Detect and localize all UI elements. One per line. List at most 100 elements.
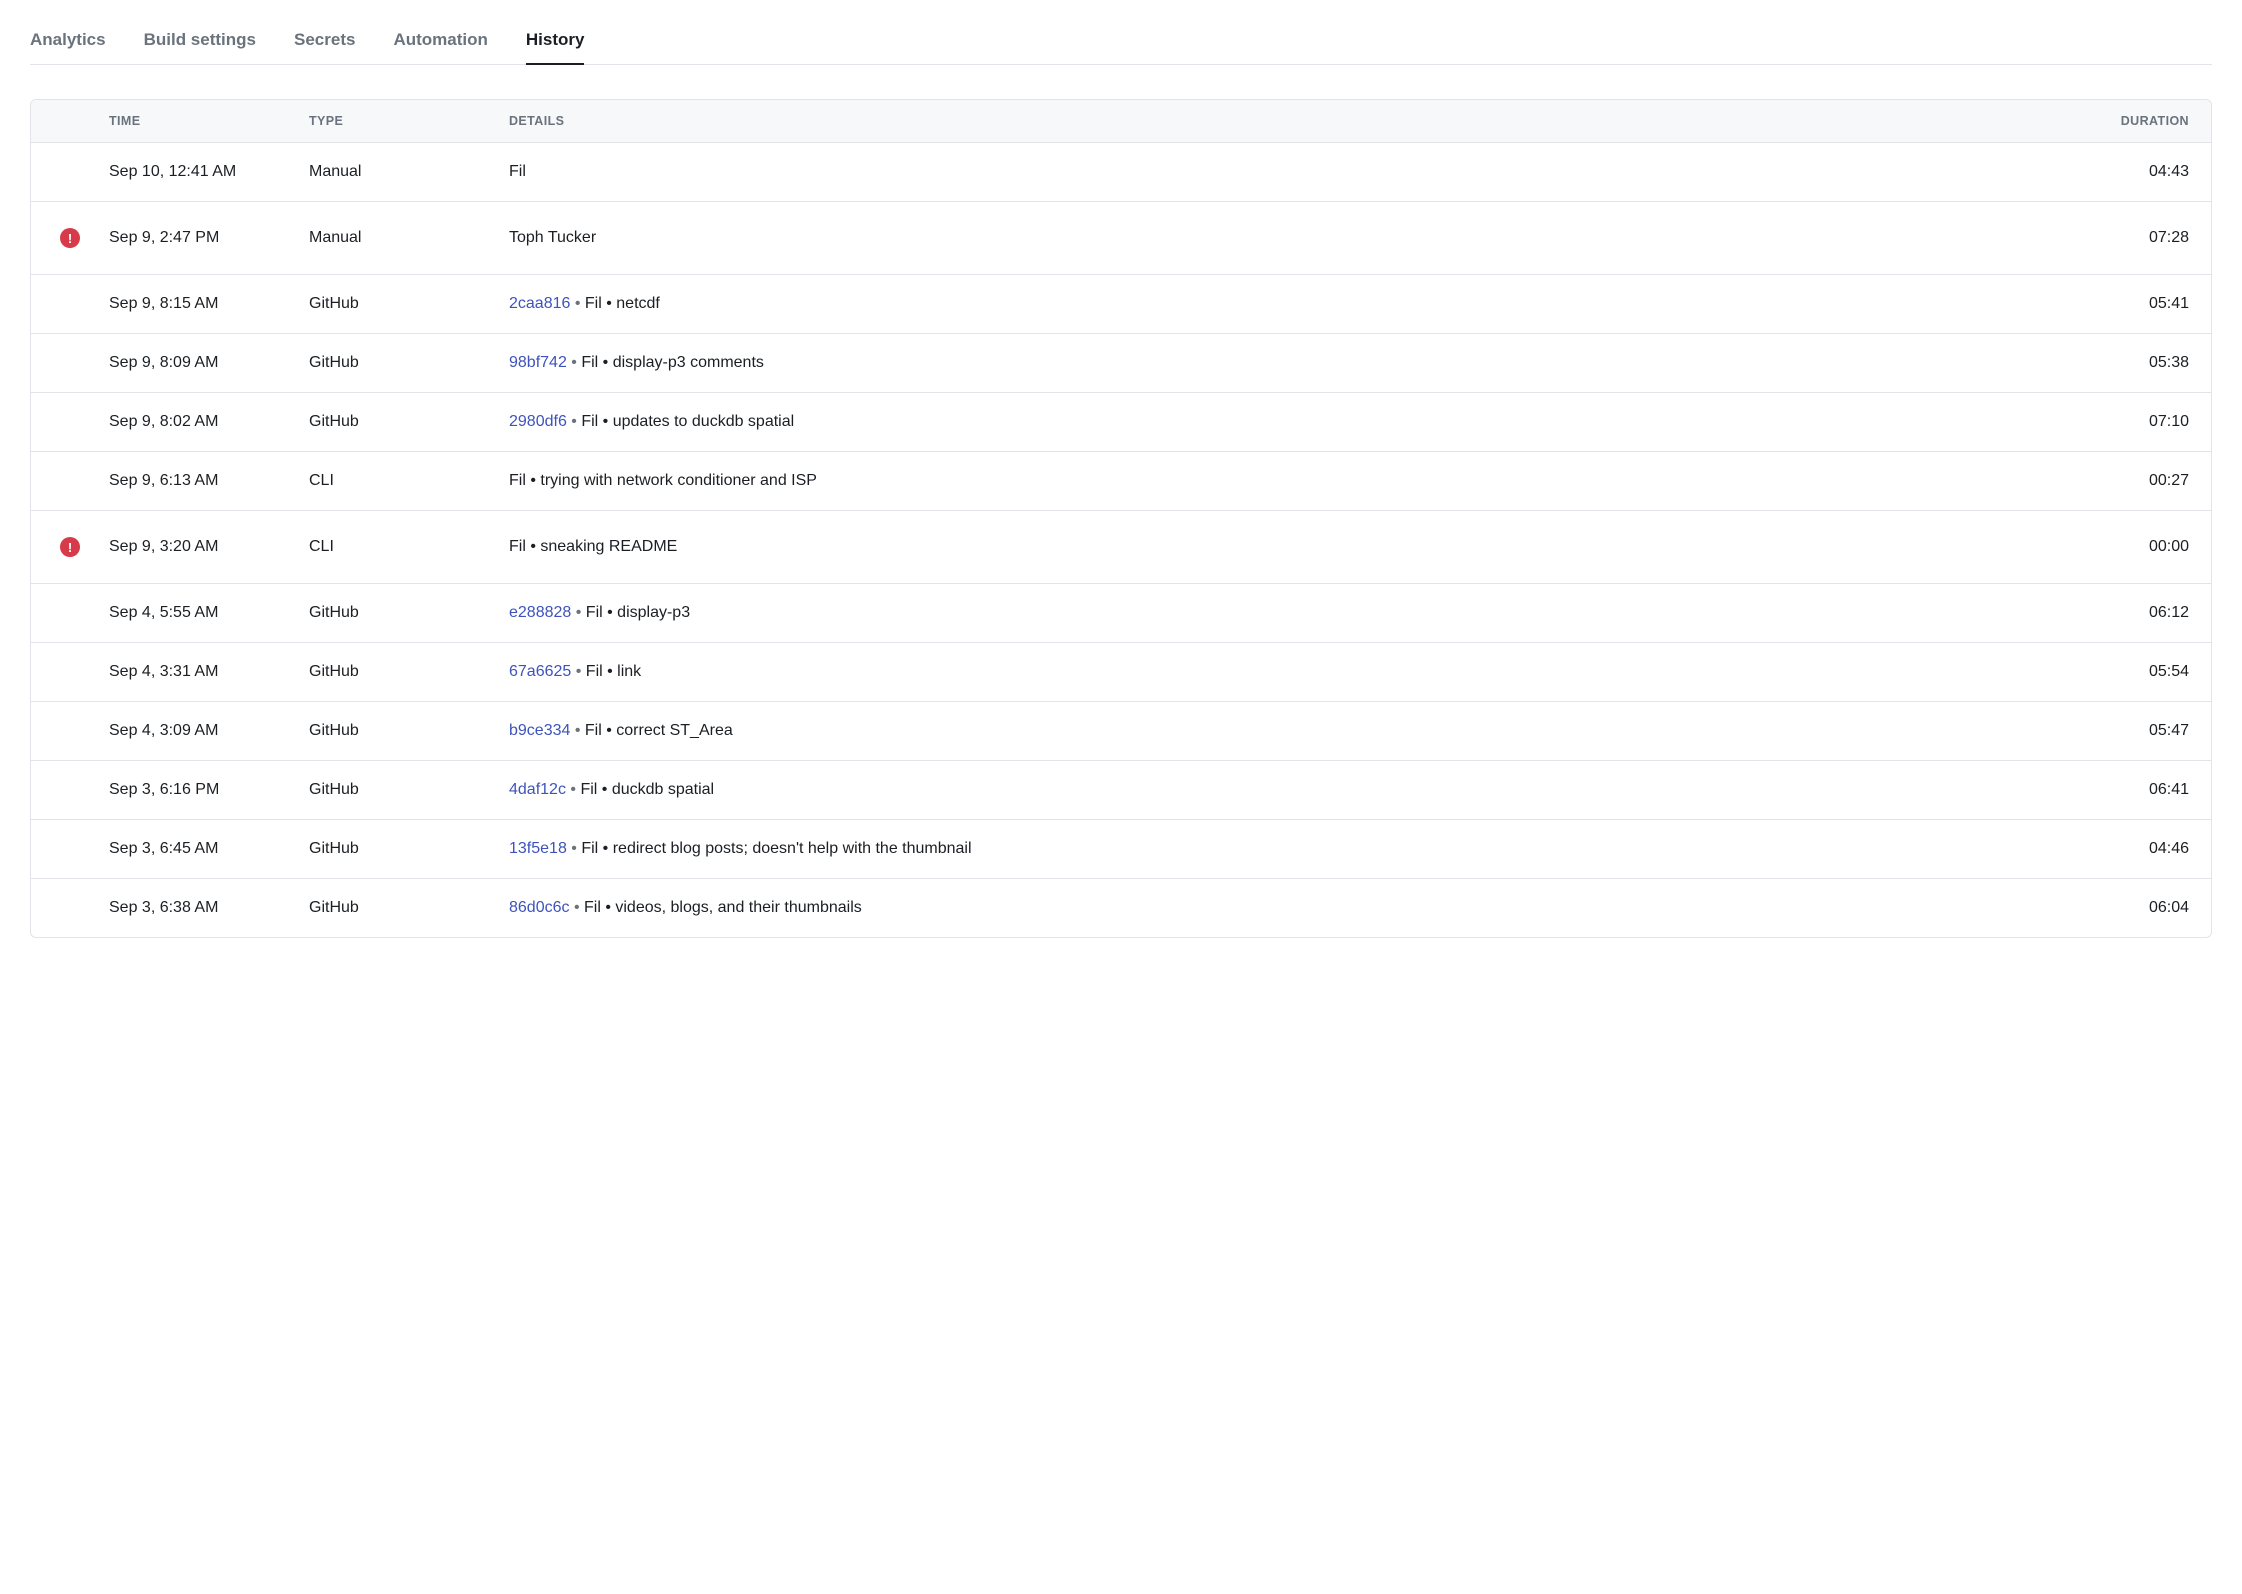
commit-link[interactable]: 4daf12c — [509, 781, 566, 798]
header-time: TIME — [109, 114, 309, 128]
duration-cell: 04:46 — [2091, 840, 2211, 858]
error-icon: ! — [60, 537, 80, 557]
type-cell: GitHub — [309, 354, 509, 372]
details-cell: Toph Tucker — [509, 229, 2091, 247]
time-cell: Sep 3, 6:16 PM — [109, 781, 309, 799]
duration-cell: 06:41 — [2091, 781, 2211, 799]
time-cell: Sep 9, 8:15 AM — [109, 295, 309, 313]
time-cell: Sep 10, 12:41 AM — [109, 163, 309, 181]
header-type: TYPE — [309, 114, 509, 128]
type-cell: CLI — [309, 472, 509, 490]
time-cell: Sep 9, 6:13 AM — [109, 472, 309, 490]
table-row[interactable]: Sep 9, 8:15 AMGitHub2caa816 • Fil • netc… — [31, 275, 2211, 334]
separator: • — [570, 899, 585, 916]
commit-link[interactable]: e288828 — [509, 604, 571, 621]
details-text: Fil • link — [586, 663, 641, 680]
details-cell: e288828 • Fil • display-p3 — [509, 604, 2091, 622]
details-text: Fil — [509, 163, 526, 180]
table-row[interactable]: Sep 4, 3:09 AMGitHubb9ce334 • Fil • corr… — [31, 702, 2211, 761]
tab-automation[interactable]: Automation — [393, 20, 487, 64]
separator: • — [570, 295, 585, 312]
commit-link[interactable]: 2caa816 — [509, 295, 570, 312]
tab-history[interactable]: History — [526, 20, 585, 64]
status-cell: ! — [31, 228, 109, 248]
commit-link[interactable]: 86d0c6c — [509, 899, 570, 916]
time-cell: Sep 4, 3:31 AM — [109, 663, 309, 681]
details-cell: Fil — [509, 163, 2091, 181]
tab-analytics[interactable]: Analytics — [30, 20, 106, 64]
duration-cell: 05:38 — [2091, 354, 2211, 372]
duration-cell: 07:28 — [2091, 229, 2211, 247]
details-text: Fil • videos, blogs, and their thumbnail… — [584, 899, 862, 916]
table-row[interactable]: Sep 3, 6:38 AMGitHub86d0c6c • Fil • vide… — [31, 879, 2211, 937]
details-text: Fil • correct ST_Area — [585, 722, 733, 739]
tab-secrets[interactable]: Secrets — [294, 20, 355, 64]
table-row[interactable]: Sep 3, 6:16 PMGitHub4daf12c • Fil • duck… — [31, 761, 2211, 820]
details-cell: 67a6625 • Fil • link — [509, 663, 2091, 681]
type-cell: Manual — [309, 163, 509, 181]
table-row[interactable]: Sep 4, 3:31 AMGitHub67a6625 • Fil • link… — [31, 643, 2211, 702]
type-cell: GitHub — [309, 781, 509, 799]
details-cell: 2980df6 • Fil • updates to duckdb spatia… — [509, 413, 2091, 431]
history-table: TIME TYPE DETAILS DURATION Sep 10, 12:41… — [30, 99, 2212, 938]
duration-cell: 05:54 — [2091, 663, 2211, 681]
table-row[interactable]: Sep 10, 12:41 AMManualFil 04:43 — [31, 143, 2211, 202]
details-cell: 13f5e18 • Fil • redirect blog posts; doe… — [509, 840, 2091, 858]
type-cell: GitHub — [309, 413, 509, 431]
table-row[interactable]: !Sep 9, 3:20 AMCLIFil • sneaking README0… — [31, 511, 2211, 584]
tabs-nav: Analytics Build settings Secrets Automation… — [30, 20, 2212, 65]
separator: • — [567, 840, 582, 857]
table-row[interactable]: Sep 3, 6:45 AMGitHub13f5e18 • Fil • redi… — [31, 820, 2211, 879]
table-row[interactable]: Sep 4, 5:55 AMGitHube288828 • Fil • disp… — [31, 584, 2211, 643]
commit-link[interactable]: 98bf742 — [509, 354, 567, 371]
table-row[interactable]: Sep 9, 8:02 AMGitHub2980df6 • Fil • upda… — [31, 393, 2211, 452]
table-row[interactable]: Sep 9, 6:13 AMCLIFil • trying with netwo… — [31, 452, 2211, 511]
time-cell: Sep 4, 5:55 AM — [109, 604, 309, 622]
tab-build-settings[interactable]: Build settings — [144, 20, 256, 64]
type-cell: GitHub — [309, 663, 509, 681]
details-cell: 98bf742 • Fil • display-p3 comments — [509, 354, 2091, 372]
separator: • — [571, 604, 586, 621]
commit-link[interactable]: 13f5e18 — [509, 840, 567, 857]
duration-cell: 06:12 — [2091, 604, 2211, 622]
details-text: Fil • duckdb spatial — [580, 781, 714, 798]
details-text: Fil • redirect blog posts; doesn't help … — [581, 840, 971, 857]
type-cell: GitHub — [309, 604, 509, 622]
time-cell: Sep 3, 6:38 AM — [109, 899, 309, 917]
time-cell: Sep 9, 2:47 PM — [109, 229, 309, 247]
type-cell: GitHub — [309, 295, 509, 313]
duration-cell: 07:10 — [2091, 413, 2211, 431]
details-text: Fil • display-p3 comments — [581, 354, 764, 371]
commit-link[interactable]: 2980df6 — [509, 413, 567, 430]
separator: • — [566, 781, 581, 798]
time-cell: Sep 9, 8:02 AM — [109, 413, 309, 431]
header-duration: DURATION — [2091, 114, 2211, 128]
error-icon: ! — [60, 228, 80, 248]
table-header-row: TIME TYPE DETAILS DURATION — [31, 100, 2211, 143]
details-text: Fil • sneaking README — [509, 538, 677, 555]
commit-link[interactable]: 67a6625 — [509, 663, 571, 680]
type-cell: CLI — [309, 538, 509, 556]
details-text: Toph Tucker — [509, 229, 596, 246]
separator: • — [567, 354, 582, 371]
table-row[interactable]: Sep 9, 8:09 AMGitHub98bf742 • Fil • disp… — [31, 334, 2211, 393]
time-cell: Sep 9, 3:20 AM — [109, 538, 309, 556]
details-text: Fil • updates to duckdb spatial — [581, 413, 794, 430]
duration-cell: 05:47 — [2091, 722, 2211, 740]
details-cell: 2caa816 • Fil • netcdf — [509, 295, 2091, 313]
type-cell: GitHub — [309, 899, 509, 917]
details-text: Fil • display-p3 — [586, 604, 690, 621]
commit-link[interactable]: b9ce334 — [509, 722, 570, 739]
duration-cell: 05:41 — [2091, 295, 2211, 313]
type-cell: GitHub — [309, 722, 509, 740]
duration-cell: 00:27 — [2091, 472, 2211, 490]
table-row[interactable]: !Sep 9, 2:47 PMManualToph Tucker07:28 — [31, 202, 2211, 275]
type-cell: GitHub — [309, 840, 509, 858]
details-text: Fil • netcdf — [585, 295, 660, 312]
separator: • — [570, 722, 585, 739]
duration-cell: 06:04 — [2091, 899, 2211, 917]
status-cell: ! — [31, 537, 109, 557]
duration-cell: 04:43 — [2091, 163, 2211, 181]
details-cell: 4daf12c • Fil • duckdb spatial — [509, 781, 2091, 799]
details-cell: Fil • trying with network conditioner an… — [509, 472, 2091, 490]
